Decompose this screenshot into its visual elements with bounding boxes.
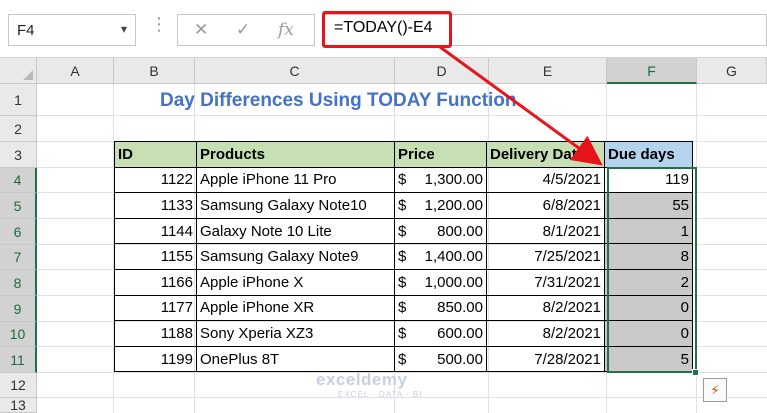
annotation-arrow (439, 45, 603, 166)
watermark-logo-text: exceldemy (316, 370, 408, 389)
watermark: exceldemy EXCEL · DATA · BI (316, 370, 422, 399)
watermark-tagline: EXCEL · DATA · BI (338, 390, 423, 399)
